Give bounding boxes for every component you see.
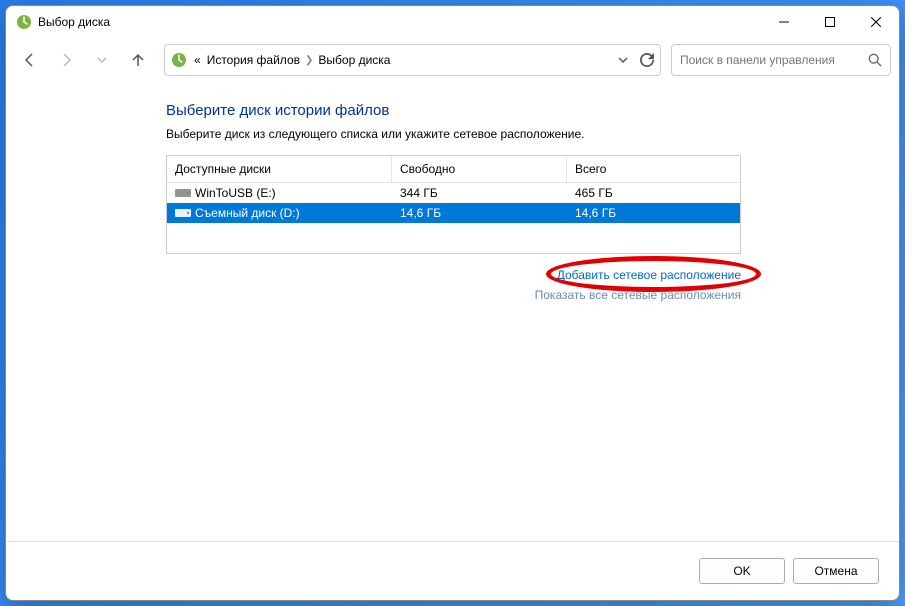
search-icon — [868, 53, 882, 67]
breadcrumb-item[interactable]: Выбор диска — [315, 53, 393, 67]
toolbar: « История файлов ❯ Выбор диска — [6, 38, 899, 82]
header-disks[interactable]: Доступные диски — [167, 156, 392, 182]
footer: OK Отмена — [6, 541, 899, 600]
show-all-network-link[interactable]: Показать все сетевые расположения — [535, 288, 741, 302]
disk-table: Доступные диски Свободно Всего WinToUSB … — [166, 155, 741, 254]
forward-button — [50, 44, 82, 76]
drive-icon — [175, 187, 191, 199]
table-header: Доступные диски Свободно Всего — [167, 156, 740, 183]
ok-button[interactable]: OK — [699, 558, 785, 584]
address-bar[interactable]: « История файлов ❯ Выбор диска — [164, 44, 661, 76]
table-row[interactable]: Съемный диск (D:) 14,6 ГБ14,6 ГБ — [167, 203, 740, 223]
back-button[interactable] — [14, 44, 46, 76]
disk-total: 465 ГБ — [567, 183, 740, 203]
header-total[interactable]: Всего — [567, 156, 740, 182]
minimize-button[interactable] — [761, 6, 807, 38]
recent-dropdown[interactable] — [86, 44, 118, 76]
drive-icon — [175, 207, 191, 219]
disk-free: 344 ГБ — [392, 183, 567, 203]
window-title: Выбор диска — [38, 15, 761, 29]
app-icon — [16, 14, 32, 30]
disk-name: WinToUSB (E:) — [195, 186, 276, 200]
chevron-down-icon[interactable] — [618, 55, 628, 65]
search-box[interactable] — [671, 44, 891, 76]
header-free[interactable]: Свободно — [392, 156, 567, 182]
chevron-right-icon: ❯ — [303, 55, 315, 66]
link-area: Добавить сетевое расположение Показать в… — [166, 266, 741, 306]
refresh-icon[interactable] — [640, 53, 654, 67]
maximize-button[interactable] — [807, 6, 853, 38]
page-subheading: Выберите диск из следующего списка или у… — [166, 127, 869, 141]
window: Выбор диска « История файлов ❯ Выбор дис… — [5, 5, 900, 601]
location-icon — [171, 52, 187, 68]
disk-total: 14,6 ГБ — [567, 203, 740, 223]
breadcrumb-prefix: « — [191, 53, 204, 67]
window-controls — [761, 6, 899, 38]
breadcrumb: « История файлов ❯ Выбор диска — [191, 53, 614, 67]
breadcrumb-item[interactable]: История файлов — [204, 53, 303, 67]
disk-free: 14,6 ГБ — [392, 203, 567, 223]
cancel-button[interactable]: Отмена — [793, 558, 879, 584]
add-network-link[interactable]: Добавить сетевое расположение — [557, 268, 741, 282]
close-button[interactable] — [853, 6, 899, 38]
page-heading: Выберите диск истории файлов — [166, 102, 869, 119]
up-button[interactable] — [122, 44, 154, 76]
table-body: WinToUSB (E:)344 ГБ465 ГБСъемный диск (D… — [167, 183, 740, 253]
disk-name: Съемный диск (D:) — [195, 206, 300, 220]
content-area: Выберите диск истории файлов Выберите ди… — [6, 82, 899, 541]
titlebar: Выбор диска — [6, 6, 899, 38]
table-row[interactable]: WinToUSB (E:) 344 ГБ465 ГБ — [167, 183, 740, 203]
search-input[interactable] — [680, 53, 868, 67]
